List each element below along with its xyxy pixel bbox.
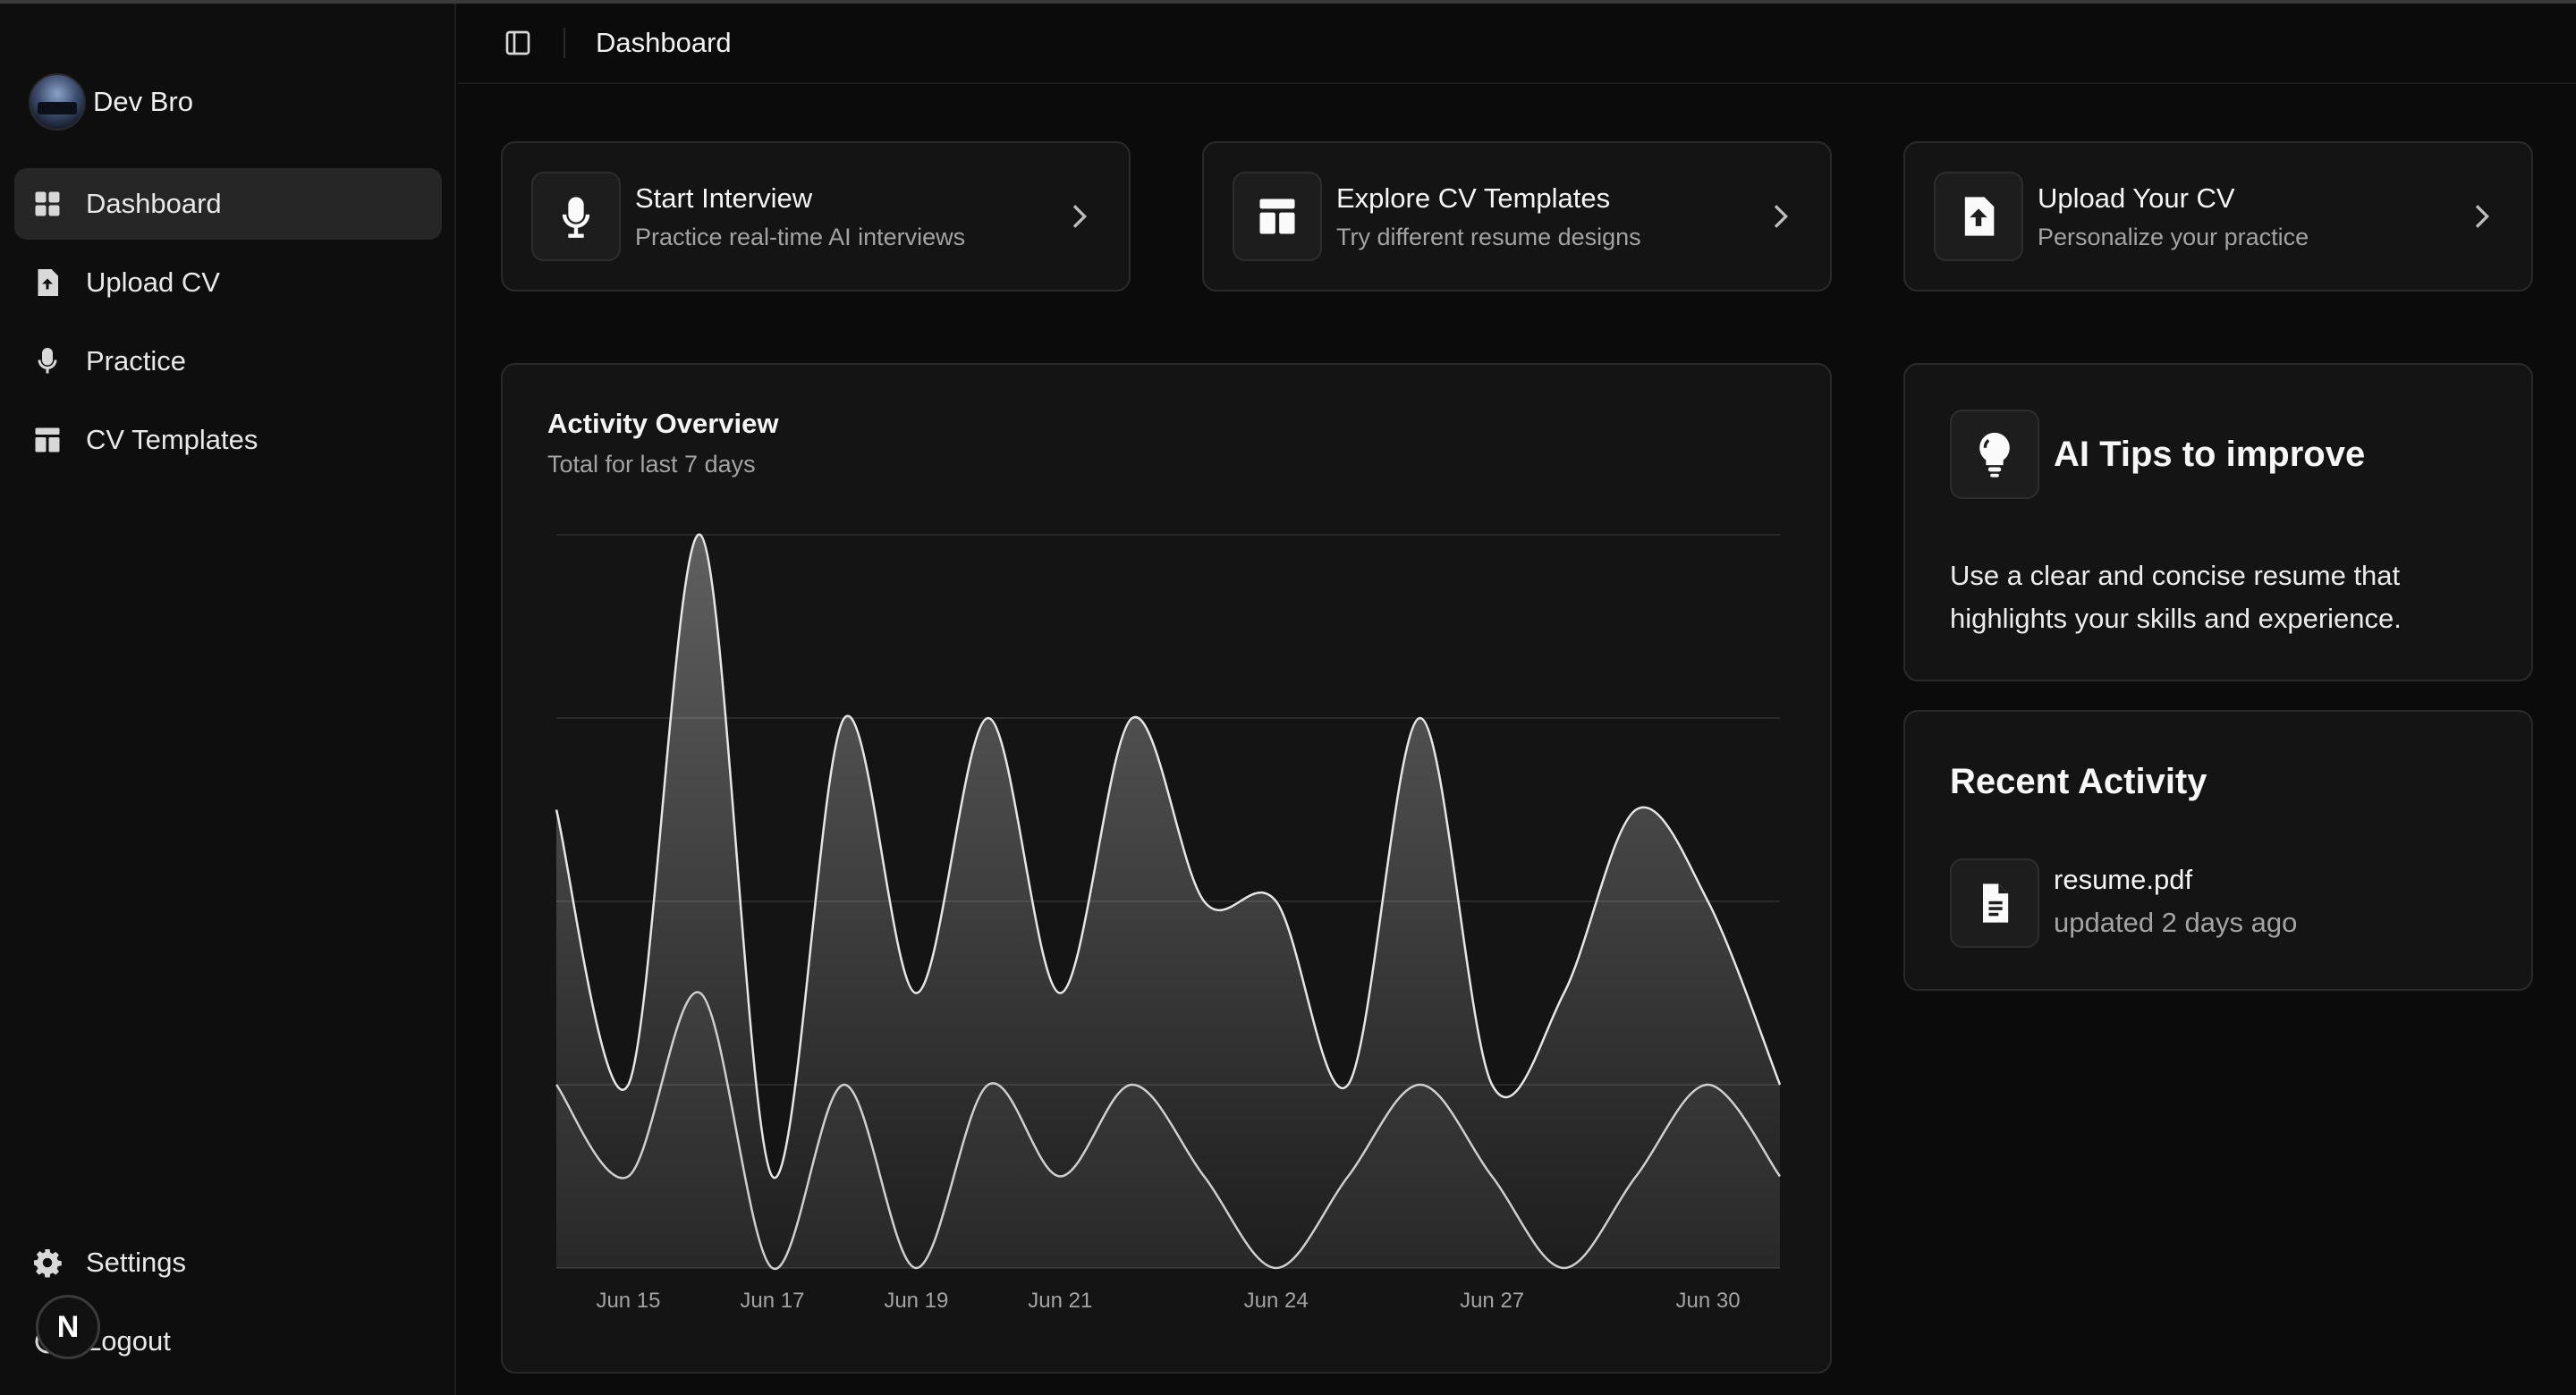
user-profile[interactable]: Dev Bro: [29, 73, 193, 131]
sidebar-item-settings[interactable]: Settings: [14, 1227, 442, 1298]
chevron-right-icon: [1061, 199, 1097, 234]
recent-file-name[interactable]: resume.pdf: [2054, 864, 2192, 896]
dashboard-icon: [30, 187, 64, 221]
card-subtitle: Practice real-time AI interviews: [635, 223, 966, 250]
recent-activity-card: Recent Activity resume.pdf updated 2 day…: [1903, 710, 2533, 991]
chart-data-point: [769, 1174, 775, 1179]
chart-data-point: [625, 1082, 631, 1087]
document-icon[interactable]: [1950, 858, 2039, 948]
sidebar-item-upload-cv[interactable]: Upload CV: [14, 247, 442, 318]
sidebar-item-dashboard[interactable]: Dashboard: [14, 168, 442, 240]
explore-cv-templates-card[interactable]: Explore CV Templates Try different resum…: [1202, 141, 1832, 292]
chart-data-point: [1345, 1082, 1351, 1087]
lightbulb-icon: [1950, 410, 2039, 499]
template-icon: [30, 423, 64, 457]
chart-data-point: [913, 991, 919, 996]
gear-icon: [30, 1246, 64, 1280]
file-upload-icon: [30, 266, 64, 300]
file-upload-icon: [1934, 172, 2023, 261]
sidebar-item-label: CV Templates: [86, 424, 258, 455]
upload-your-cv-card[interactable]: Upload Your CV Personalize your practice: [1903, 141, 2533, 292]
x-tick-label: Jun 19: [884, 1289, 948, 1313]
header-divider: [564, 28, 565, 58]
ai-tips-card: AI Tips to improve Use a clear and conci…: [1903, 363, 2533, 681]
sidebar-item-label: Upload CV: [86, 266, 220, 298]
x-tick-label: Jun 15: [596, 1289, 660, 1313]
chart-data-point: [1706, 899, 1711, 904]
chart-data-point: [1418, 715, 1423, 721]
chevron-right-icon: [1762, 199, 1798, 234]
sidebar-item-label: Dashboard: [86, 188, 222, 219]
tips-body: Use a clear and concise resume that high…: [1950, 560, 2402, 634]
sidebar-toggle-icon[interactable]: [503, 28, 533, 58]
sidebar-nav: Dashboard Upload CV Practice CV Template…: [14, 168, 442, 483]
sidebar-item-label: Settings: [86, 1247, 187, 1278]
x-tick-label: Jun 17: [740, 1289, 804, 1313]
avatar[interactable]: [29, 73, 86, 131]
card-title: Upload Your CV: [2038, 182, 2235, 214]
activity-chart: Jun 15 Jun 17 Jun 19 Jun 21 Jun 24 Jun 27 Jun …: [554, 532, 1783, 1313]
chart-data-point: [698, 532, 703, 537]
card-title: Start Interview: [635, 182, 813, 214]
card-subtitle: Try different resume designs: [1336, 223, 1641, 250]
chart-data-point: [1562, 991, 1567, 996]
x-tick-label: Jun 21: [1028, 1289, 1092, 1313]
x-tick-label: Jun 27: [1460, 1289, 1524, 1313]
top-header: Dashboard: [458, 4, 2576, 84]
card-subtitle: Personalize your practice: [2038, 223, 2309, 250]
microphone-icon: [30, 344, 64, 378]
chart-data-point: [1057, 991, 1063, 996]
card-title: Explore CV Templates: [1336, 182, 1611, 214]
chart-data-point: [842, 715, 847, 721]
breadcrumb: Dashboard: [596, 27, 732, 58]
chart-data-point: [1274, 899, 1279, 904]
chart-data-point: [1201, 899, 1207, 904]
chart-data-point: [1777, 1082, 1783, 1087]
sidebar-item-practice[interactable]: Practice: [14, 326, 442, 397]
x-tick-label: Jun 30: [1675, 1289, 1740, 1313]
tips-title: AI Tips to improve: [2054, 435, 2366, 474]
recent-activity-title: Recent Activity: [1950, 762, 2207, 801]
user-name: Dev Bro: [93, 86, 193, 117]
chart-data-point: [1489, 1082, 1495, 1087]
chart-data-point: [1130, 715, 1135, 721]
template-icon: [1233, 172, 1322, 261]
microphone-icon: [531, 172, 621, 261]
sidebar: Dev Bro Dashboard Upload CV Practice CV …: [0, 4, 456, 1395]
app-badge[interactable]: N: [36, 1295, 100, 1359]
chart-subtitle: Total for last 7 days: [547, 451, 756, 478]
activity-overview-card: Jun 15 Jun 17 Jun 19 Jun 21 Jun 24 Jun 27 Jun …: [501, 363, 1832, 1374]
start-interview-card[interactable]: Start Interview Practice real-time AI in…: [501, 141, 1131, 292]
chevron-right-icon: [2463, 199, 2499, 234]
chart-title: Activity Overview: [547, 408, 779, 439]
recent-file-meta: updated 2 days ago: [2054, 907, 2298, 938]
sidebar-item-cv-templates[interactable]: CV Templates: [14, 404, 442, 476]
chart-data-point: [986, 715, 991, 721]
x-tick-label: Jun 24: [1244, 1289, 1309, 1313]
sidebar-item-label: Practice: [86, 345, 186, 376]
chart-data-point: [554, 807, 559, 813]
chart-data-point: [1633, 807, 1639, 813]
